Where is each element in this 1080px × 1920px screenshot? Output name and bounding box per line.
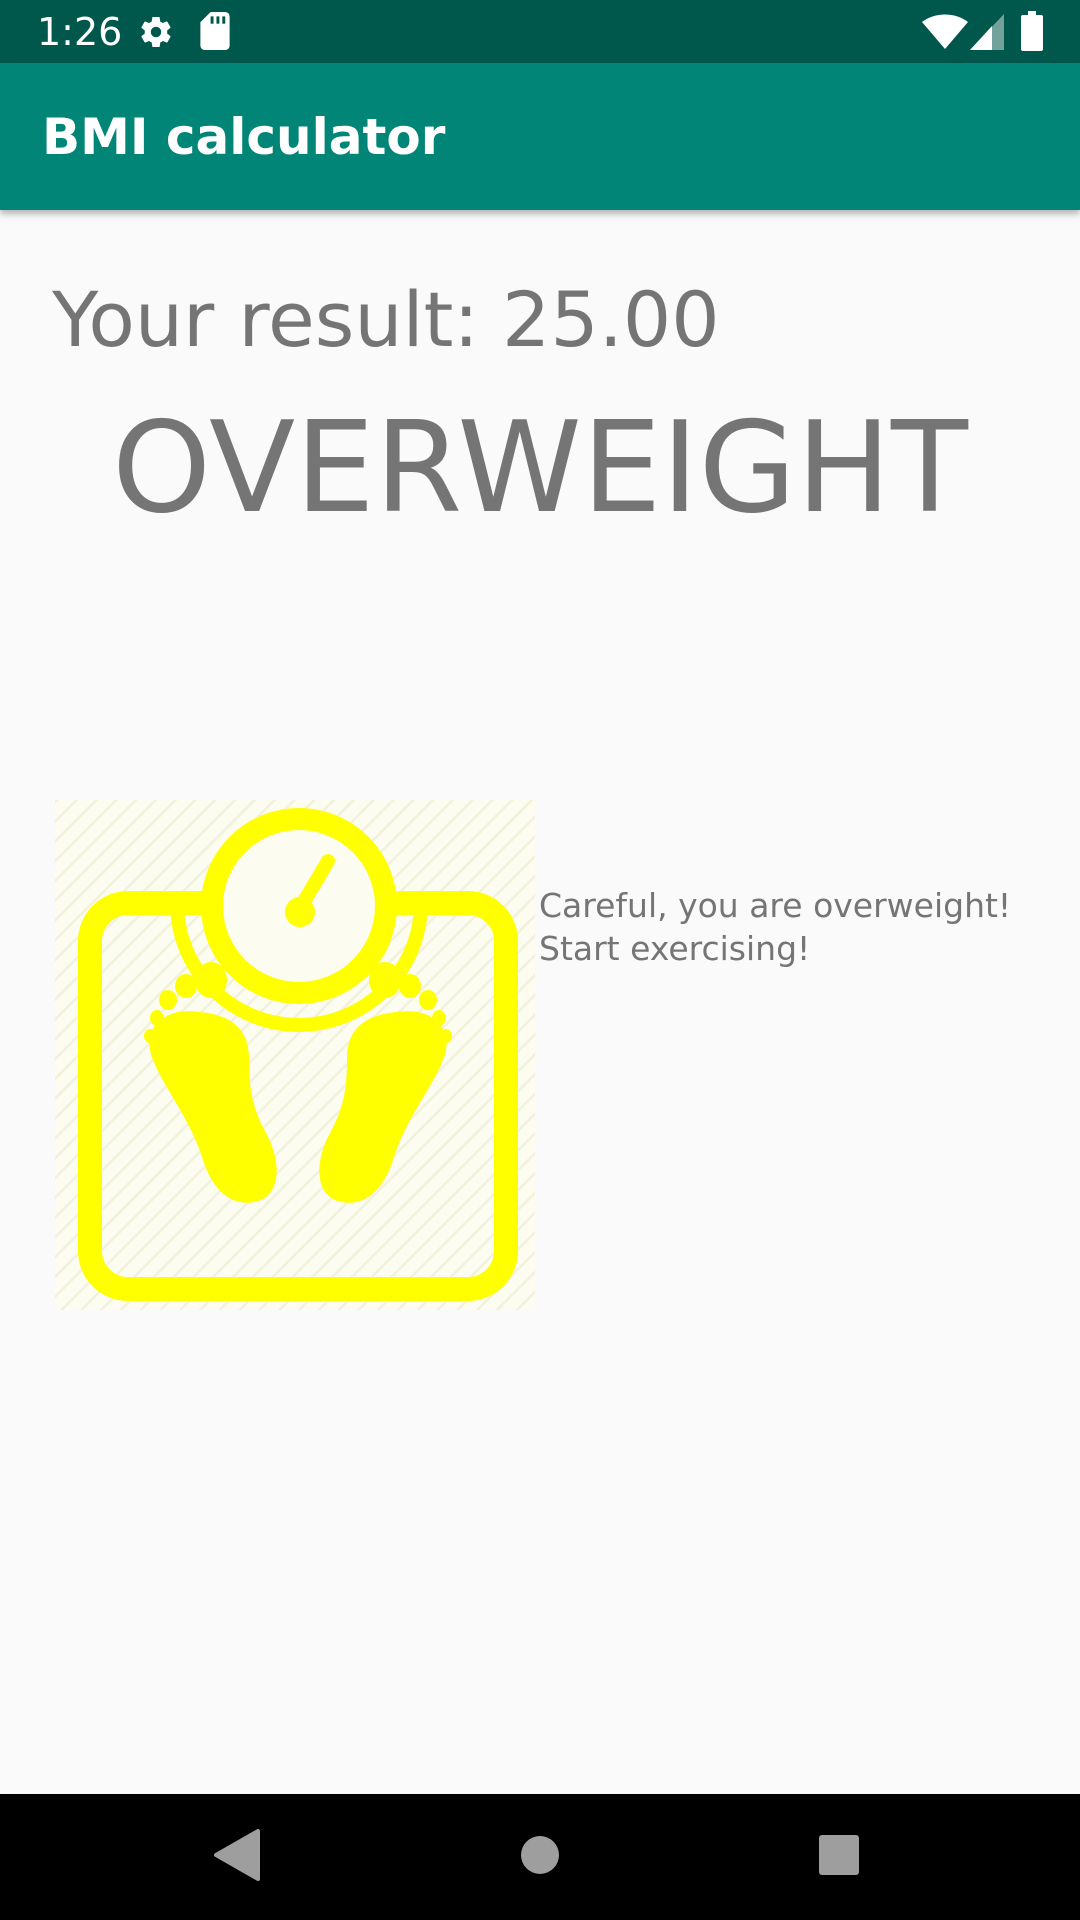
back-icon[interactable] xyxy=(212,1827,262,1883)
app-bar: BMI calculator xyxy=(0,63,1080,210)
result-label: Your result: xyxy=(52,275,480,364)
advice-line-2: Start exercising! xyxy=(539,929,811,968)
status-bar: 1:26 xyxy=(0,0,1080,63)
screen: 1:26 BMI calculator Your result: 25.00 O… xyxy=(0,0,1080,1920)
advice-line-1: Careful, you are overweight! xyxy=(539,886,1012,925)
bmi-category: OVERWEIGHT xyxy=(112,394,968,541)
navigation-bar xyxy=(0,1794,1080,1920)
bmi-value: 25.00 xyxy=(502,275,720,364)
app-title: BMI calculator xyxy=(42,108,446,166)
gear-icon xyxy=(141,17,171,48)
signal-icon xyxy=(970,14,1004,50)
bathroom-scale-footprints-icon xyxy=(55,800,535,1310)
battery-icon xyxy=(1021,11,1043,51)
recents-icon[interactable] xyxy=(813,1827,869,1883)
home-icon[interactable] xyxy=(512,1827,568,1883)
advice-text: Careful, you are overweight! Start exerc… xyxy=(539,884,1059,970)
sd-card-icon xyxy=(200,12,230,50)
wifi-icon xyxy=(922,14,968,49)
status-time: 1:26 xyxy=(37,10,123,54)
